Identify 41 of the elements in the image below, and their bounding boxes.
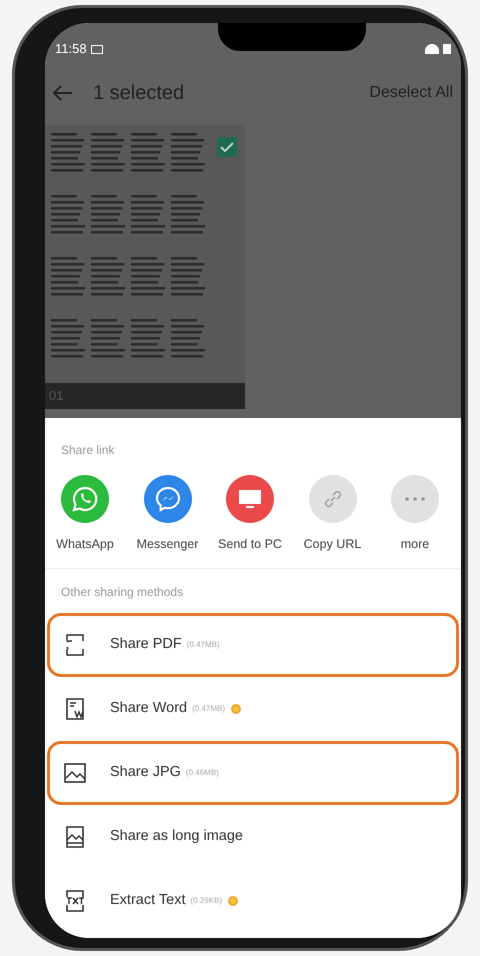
file-size: (0.47MB)	[192, 702, 226, 715]
share-app-button[interactable]: WhatsApp	[45, 475, 125, 554]
share-app-button[interactable]: more	[375, 475, 455, 554]
app-label: Copy URL	[304, 536, 362, 553]
phone-bubble-icon	[61, 475, 109, 523]
share-option[interactable]: Share Word (0.47MB)	[47, 676, 459, 741]
app-label: Send to PC	[218, 536, 282, 553]
checkbox[interactable]	[217, 137, 237, 157]
share-option[interactable]: Extract Text (0.29KB)	[47, 868, 459, 933]
monitor-icon	[226, 475, 274, 523]
section-label: Share link	[60, 442, 116, 459]
option-label: Share JPG	[110, 762, 181, 782]
app-label: WhatsApp	[56, 536, 114, 553]
link-icon	[308, 475, 356, 523]
text-file-icon	[64, 890, 86, 912]
battery-icon	[443, 44, 451, 54]
option-label: Extract Text	[110, 890, 186, 910]
share-app-button[interactable]: Send to PC	[210, 475, 290, 554]
share-option[interactable]: Share PDF (0.47MB)	[47, 612, 459, 677]
share-option[interactable]: Share as long image	[47, 804, 459, 869]
word-file-icon	[64, 698, 86, 720]
status-time: 11:58	[55, 40, 87, 58]
more-icon	[391, 475, 439, 523]
section-label: Other sharing methods	[60, 584, 184, 601]
file-size: (0.29KB)	[190, 894, 222, 907]
chat-bubble-icon	[144, 475, 192, 523]
option-label: Share as long image	[110, 826, 243, 846]
file-size: (0.47MB)	[186, 638, 220, 651]
share-option[interactable]: Share JPG (0.46MB)	[47, 740, 459, 805]
app-label: more	[400, 536, 430, 553]
app-label: Messenger	[136, 536, 198, 553]
option-label: Share PDF	[110, 634, 182, 654]
check-icon	[220, 142, 234, 152]
file-size: (0.46MB)	[186, 766, 219, 779]
share-app-button[interactable]: Messenger	[128, 475, 208, 554]
back-icon[interactable]	[53, 85, 73, 101]
image-icon	[64, 762, 86, 783]
option-label: Share Word	[110, 698, 188, 718]
long-image-icon	[64, 826, 86, 848]
selection-title: 1 selected	[93, 81, 184, 106]
share-app-button[interactable]: Copy URL	[292, 475, 372, 554]
